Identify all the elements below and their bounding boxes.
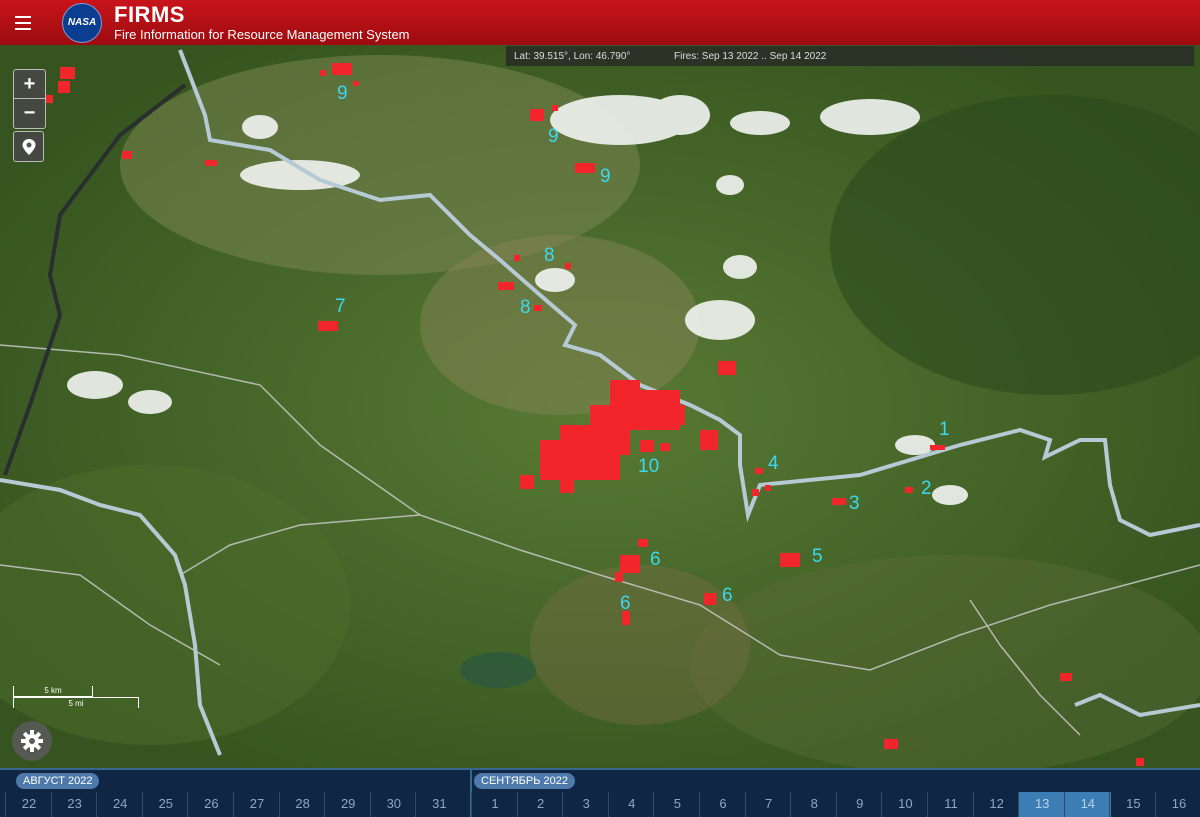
map-label: 8 — [520, 297, 531, 318]
timeline-day[interactable]: 2 — [516, 792, 564, 817]
timeline-day[interactable]: 16 — [1155, 792, 1200, 817]
map-label: 6 — [620, 593, 631, 614]
menu-button[interactable] — [0, 0, 46, 45]
map-label: 9 — [337, 83, 348, 104]
timeline-day[interactable]: 11 — [927, 792, 974, 817]
hamburger-icon — [15, 15, 31, 18]
info-bar: Lat: 39.515°, Lon: 46.790° Fires: Sep 13… — [506, 46, 1194, 66]
day-strip: 22 23 24 25 26 27 28 29 30 31 1 2 3 4 5 6 7 8 9 10 11 12 13 14 1… — [0, 792, 1200, 817]
settings-button[interactable] — [12, 721, 52, 761]
zoom-control: + − — [13, 69, 46, 129]
month-label-september: СЕНТЯБРЬ 2022 — [474, 773, 575, 789]
map-label: 9 — [548, 126, 559, 147]
app-subtitle: Fire Information for Resource Management… — [114, 27, 410, 42]
timeline-day[interactable]: 27 — [233, 792, 280, 817]
gear-icon — [21, 730, 43, 752]
zoom-in-button[interactable]: + — [14, 70, 45, 99]
location-pin-icon — [22, 138, 35, 155]
locate-button[interactable] — [13, 131, 44, 162]
timeline-day[interactable]: 14 — [1063, 792, 1111, 817]
map-label: 6 — [650, 549, 661, 570]
timeline-day[interactable]: 30 — [369, 792, 417, 817]
map-label: 8 — [544, 245, 555, 266]
map-label: 5 — [812, 546, 823, 567]
timeline-day[interactable]: 24 — [96, 792, 143, 817]
satellite-map[interactable]: 9 9 9 8 8 7 10 1 2 3 4 5 6 6 6 — [0, 45, 1200, 768]
scale-mi: 5 mi — [13, 697, 139, 708]
timeline-day[interactable]: 28 — [278, 792, 326, 817]
app-header: NASA FIRMS Fire Information for Resource… — [0, 0, 1200, 45]
timeline-day[interactable]: 29 — [324, 792, 371, 817]
zoom-out-button[interactable]: − — [14, 99, 45, 128]
map-label: 6 — [722, 585, 733, 606]
map-label: 10 — [638, 456, 660, 477]
timeline-day[interactable]: 15 — [1109, 792, 1156, 817]
timeline-day[interactable]: 12 — [972, 792, 1020, 817]
map-canvas — [0, 45, 1200, 768]
plus-icon: + — [23, 72, 36, 95]
timeline-day[interactable]: 6 — [699, 792, 746, 817]
timeline-day[interactable]: 13 — [1018, 792, 1066, 817]
timeline-day[interactable]: 22 — [5, 792, 52, 817]
scale-km: 5 km — [13, 686, 93, 697]
map-label: 9 — [600, 166, 611, 187]
fires-date-range: Fires: Sep 13 2022 .. Sep 14 2022 — [674, 50, 827, 62]
timeline-day[interactable]: 1 — [471, 792, 518, 817]
timeline-day[interactable]: 23 — [50, 792, 98, 817]
map-scale: 5 km 5 mi — [13, 686, 139, 708]
month-label-august: АВГУСТ 2022 — [16, 773, 100, 789]
timeline-day[interactable]: 4 — [607, 792, 655, 817]
timeline-day[interactable]: 5 — [653, 792, 700, 817]
timeline-day[interactable]: 31 — [415, 792, 462, 817]
map-label: 7 — [335, 296, 346, 317]
timeline-day[interactable]: 26 — [187, 792, 234, 817]
minus-icon: − — [23, 102, 36, 124]
map-label: 4 — [768, 453, 779, 474]
cursor-coordinates: Lat: 39.515°, Lon: 46.790° — [514, 50, 631, 62]
timeline-day[interactable]: 9 — [835, 792, 883, 817]
map-label: 3 — [849, 493, 860, 514]
map-label: 2 — [921, 478, 932, 499]
timeline-day[interactable]: 25 — [141, 792, 189, 817]
timeline-day[interactable]: 3 — [562, 792, 609, 817]
timeline-day[interactable]: 8 — [790, 792, 837, 817]
nasa-logo: NASA — [62, 2, 102, 43]
timeline-day[interactable]: 10 — [881, 792, 928, 817]
date-timeline[interactable]: АВГУСТ 2022 СЕНТЯБРЬ 2022 22 23 24 25 26 27 28… — [0, 768, 1200, 817]
title-block: FIRMS Fire Information for Resource Mana… — [114, 2, 410, 42]
map-label: 1 — [939, 419, 950, 440]
app-title: FIRMS — [114, 2, 185, 27]
timeline-day[interactable]: 7 — [744, 792, 792, 817]
